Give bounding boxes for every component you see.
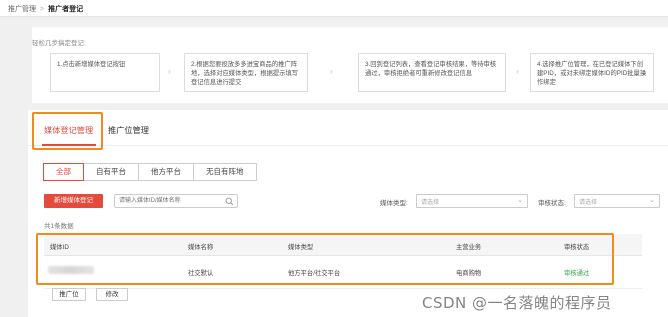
filter-no-own-channel[interactable]: 无自有阵地 (193, 163, 257, 181)
search-icon[interactable] (225, 197, 234, 206)
guide-step-3: 3.回到登记列表，查看登记审核结果，等待审核通过，审核拒绝者可重新修改登记信息 (358, 53, 506, 92)
review-status-select[interactable]: 请选择 ⌄ (574, 194, 660, 208)
top-bar: 推广管理 > 推广者登记 (0, 0, 668, 17)
row-divider (44, 288, 642, 289)
guide-step-4: 4.选择推广位管理，在已登记媒体下创建PID，或对未绑定媒体ID的PID批量操作… (530, 53, 654, 92)
review-status-placeholder: 请选择 (579, 200, 598, 206)
watermark-text: CSDN @一名落魄的程序员 (422, 294, 612, 312)
breadcrumb-parent[interactable]: 推广管理 (8, 6, 36, 13)
edit-button[interactable]: 修改 (96, 288, 128, 301)
chevron-right-icon: › (516, 67, 519, 76)
chevron-right-icon: › (330, 67, 333, 76)
filter-own-platform[interactable]: 自有平台 (83, 163, 139, 181)
search-box (114, 194, 238, 208)
guide-title: 轻松几步搞定登记: (32, 40, 86, 47)
filter-third-party-platform[interactable]: 他方平台 (138, 163, 194, 181)
breadcrumb-current: 推广者登记 (48, 6, 84, 13)
chevron-down-icon: ⌄ (517, 197, 523, 204)
guide-step-1: 1.点击新增媒体登记按钮 (50, 53, 160, 92)
chevron-right-icon: › (168, 67, 171, 76)
tab-bar: 媒体登记管理 推广位管理 (28, 110, 668, 150)
chevron-down-icon: ⌄ (649, 197, 655, 204)
media-type-select[interactable]: 请选择 ⌄ (416, 194, 528, 208)
main-panel: 媒体登记管理 推广位管理 全部 自有平台 他方平台 无自有阵地 新增媒体登记 媒… (28, 110, 668, 317)
breadcrumb-separator: > (40, 6, 45, 13)
platform-filter: 全部 自有平台 他方平台 无自有阵地 (43, 163, 257, 181)
media-type-label: 媒体类型: (380, 200, 408, 207)
tab-promotion-slot[interactable]: 推广位管理 (108, 124, 149, 136)
review-status-label: 审核状态: (538, 200, 566, 207)
table-highlight-box (36, 233, 614, 285)
filter-all[interactable]: 全部 (43, 163, 84, 181)
guide-step-2: 2.根据您要投放多多进宝商品的推广阵地，选择对应媒体类型，根据提示填写登记信息进… (184, 53, 308, 92)
guide-panel: 轻松几步搞定登记: 1.点击新增媒体登记按钮 › 2.根据您要投放多多进宝商品的… (32, 27, 668, 103)
media-type-placeholder: 请选择 (421, 200, 440, 206)
record-count: 共1条数据 (44, 223, 74, 230)
tab-highlight-box (32, 112, 103, 150)
breadcrumb: 推广管理 > 推广者登记 (8, 4, 83, 14)
pid-button[interactable]: 推广位 (52, 288, 86, 301)
search-input[interactable] (115, 195, 220, 207)
add-media-button[interactable]: 新增媒体登记 (44, 194, 103, 208)
